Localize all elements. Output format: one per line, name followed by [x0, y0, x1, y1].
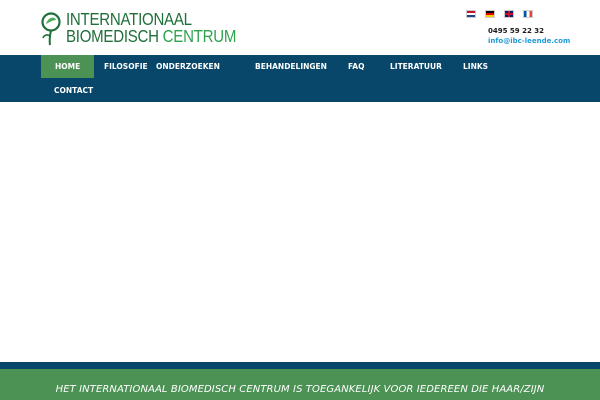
- nav-item-onderzoeken[interactable]: Onderzoeken: [142, 55, 234, 78]
- site-header: INTERNATIONAAL BIOMEDISCH CENTRUM 0495 5…: [0, 0, 600, 55]
- flag-nl-icon[interactable]: [466, 10, 476, 18]
- nav-item-literatuur[interactable]: Literatuur: [376, 55, 456, 78]
- site-logo[interactable]: INTERNATIONAAL BIOMEDISCH CENTRUM: [40, 10, 236, 47]
- nav-item-links[interactable]: Links: [449, 55, 502, 78]
- nav-item-home[interactable]: Home: [41, 55, 95, 78]
- logo-text: INTERNATIONAAL BIOMEDISCH CENTRUM: [66, 10, 264, 46]
- language-switcher: [466, 10, 533, 18]
- footer-banner-text: HET INTERNATIONAAL BIOMEDISCH CENTRUM IS…: [55, 384, 545, 395]
- logo-line-2: BIOMEDISCH CENTRUM: [66, 26, 237, 46]
- flag-gb-icon[interactable]: [504, 10, 514, 18]
- main-nav: Home Filosofie Onderzoeken Behandelingen…: [0, 55, 600, 102]
- nav-item-contact[interactable]: Contact: [40, 79, 107, 102]
- logo-word-centrum: CENTRUM: [162, 26, 237, 46]
- contact-email-link[interactable]: info@ibc-leende.com: [488, 37, 570, 45]
- footer-divider: [0, 362, 600, 369]
- logo-word-biomedisch: BIOMEDISCH: [66, 26, 159, 46]
- flag-de-icon[interactable]: [485, 10, 495, 18]
- logo-leaf-icon: [41, 12, 61, 46]
- contact-phone: 0495 59 22 32: [488, 27, 545, 35]
- flag-fr-icon[interactable]: [523, 10, 533, 18]
- nav-item-behandelingen[interactable]: Behandelingen: [241, 55, 341, 78]
- nav-item-faq[interactable]: FAQ: [334, 55, 378, 78]
